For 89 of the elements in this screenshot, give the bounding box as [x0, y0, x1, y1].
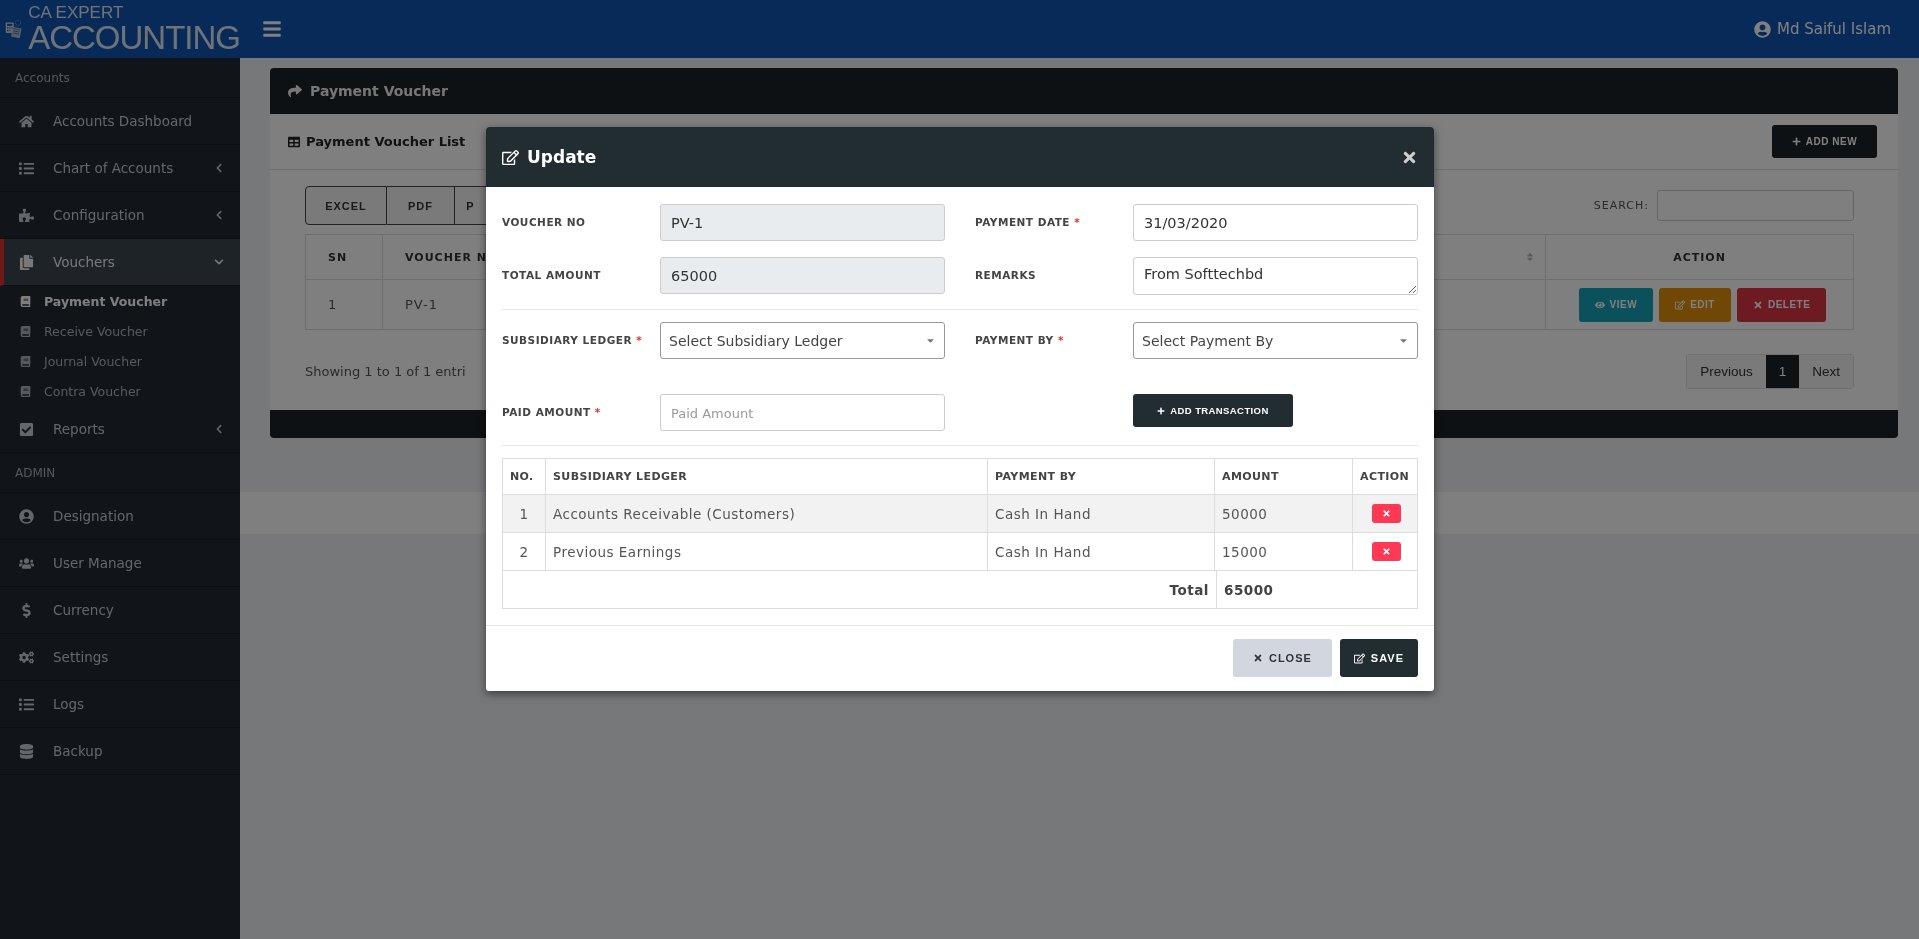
menu-icon[interactable] — [262, 19, 282, 39]
users-icon — [17, 555, 35, 571]
puzzle-icon — [17, 207, 35, 223]
book-icon — [20, 325, 31, 337]
sort-icon — [1525, 252, 1535, 262]
table-cell: 1 — [305, 280, 383, 330]
home-icon — [17, 113, 35, 129]
delete-button[interactable] — [1371, 504, 1401, 523]
column-header: SN — [305, 234, 383, 280]
submenu-item[interactable]: Journal Voucher — [0, 346, 240, 376]
plus-icon — [1791, 137, 1801, 146]
edit-icon — [1675, 299, 1686, 310]
export-button[interactable]: EXCEL — [305, 186, 387, 225]
field-label: SUBSIDIARY LEDGER * — [502, 333, 644, 348]
text-area[interactable]: From Softtechbd — [1133, 257, 1418, 295]
input-field[interactable]: Paid Amount — [660, 394, 945, 431]
close-icon — [1252, 653, 1263, 663]
close-icon — [1381, 509, 1391, 518]
checkbox-icon — [17, 421, 35, 437]
close-button[interactable]: CLOSE — [1232, 639, 1332, 677]
select-field[interactable]: Select Subsidiary Ledger — [660, 322, 945, 359]
sidebar-item[interactable]: Settings — [0, 634, 240, 681]
sidebar-item[interactable]: Designation — [0, 493, 240, 540]
submenu-item[interactable]: Contra Voucher — [0, 376, 240, 406]
page-button[interactable]: Next — [1799, 355, 1853, 388]
edit-icon — [1353, 652, 1365, 664]
input-field[interactable]: 31/03/2020 — [1133, 204, 1418, 241]
view-button[interactable]: VIEW — [1578, 287, 1654, 322]
save-button[interactable]: SAVE — [1339, 639, 1418, 677]
column-header: NO. — [509, 469, 535, 485]
page-button[interactable]: 1 — [1765, 355, 1800, 388]
sidebar-item[interactable]: Currency — [0, 587, 240, 634]
field-label: PAID AMOUNT * — [502, 405, 602, 420]
table-icon — [288, 135, 300, 148]
add-transaction-button[interactable]: ADD TRANSACTION — [1133, 394, 1293, 427]
readonly-field[interactable]: 65000 — [660, 257, 945, 294]
sidebar-item[interactable]: Chart of Accounts — [0, 145, 240, 192]
table-cell-text: 2 — [518, 542, 530, 562]
close-icon — [1752, 299, 1763, 310]
column-header: ACTION — [1546, 234, 1854, 280]
sidebar-item[interactable]: Reports — [0, 406, 240, 453]
book-icon — [20, 295, 31, 307]
sidebar-item[interactable]: User Manage — [0, 540, 240, 587]
page-button[interactable]: Previous — [1687, 355, 1766, 388]
sidebar-item[interactable]: Accounts Dashboard — [0, 98, 240, 145]
submenu-item[interactable]: Receive Voucher — [0, 316, 240, 346]
select-field[interactable]: Select Payment By — [1133, 322, 1418, 359]
panel-title: Payment Voucher List — [306, 134, 466, 149]
book-icon — [20, 355, 31, 367]
share-icon — [288, 84, 302, 98]
add-new-button[interactable]: ADD NEW — [1772, 125, 1877, 158]
database-icon — [17, 743, 35, 759]
field-label: TOTAL AMOUNT — [502, 268, 602, 283]
delete-button[interactable] — [1371, 542, 1401, 561]
dialog-title: Update — [527, 147, 597, 167]
field-label: PAYMENT BY * — [975, 333, 1065, 348]
total-value: 65000 — [1216, 571, 1422, 608]
export-button[interactable]: PDF — [387, 186, 455, 225]
list-icon — [17, 160, 35, 176]
submenu-item[interactable]: Payment Voucher — [0, 286, 240, 316]
card-title: Payment Voucher — [310, 83, 448, 99]
section-label: Accounts — [0, 58, 240, 98]
table-info: Showing 1 to 1 of 1 entri — [305, 364, 466, 379]
field-label: VOUCHER NO — [502, 215, 587, 230]
field-label: PAYMENT DATE * — [975, 215, 1082, 230]
user-name[interactable]: Md Saiful Islam — [1776, 20, 1891, 38]
export-button[interactable]: P — [455, 186, 486, 225]
user-icon — [1753, 20, 1771, 38]
sidebar-item[interactable]: Vouchers — [0, 239, 240, 286]
field-label: REMARKS — [975, 268, 1038, 283]
search-field[interactable] — [1657, 190, 1854, 221]
gears-icon — [17, 649, 35, 665]
eye-icon — [1594, 299, 1605, 310]
sidebar-item[interactable]: Logs — [0, 681, 240, 728]
edit-icon — [502, 148, 519, 166]
search-label: SEARCH: — [1593, 199, 1649, 212]
copy-icon — [17, 254, 35, 270]
section-label: ADMIN — [0, 453, 240, 493]
list-icon — [17, 696, 35, 712]
plus-icon — [1157, 406, 1166, 415]
total-label: Total — [1168, 580, 1210, 600]
table-cell-text: 1 — [518, 504, 530, 524]
delete-button[interactable]: DELETE — [1736, 287, 1827, 322]
sidebar-item[interactable]: Backup — [0, 728, 240, 775]
edit-button[interactable]: EDIT — [1659, 287, 1731, 322]
readonly-field[interactable]: PV-1 — [660, 204, 945, 241]
logo-text: CA EXPERT ACCOUNTING — [28, 4, 240, 54]
book-icon — [20, 385, 31, 397]
close-icon — [1381, 547, 1391, 556]
